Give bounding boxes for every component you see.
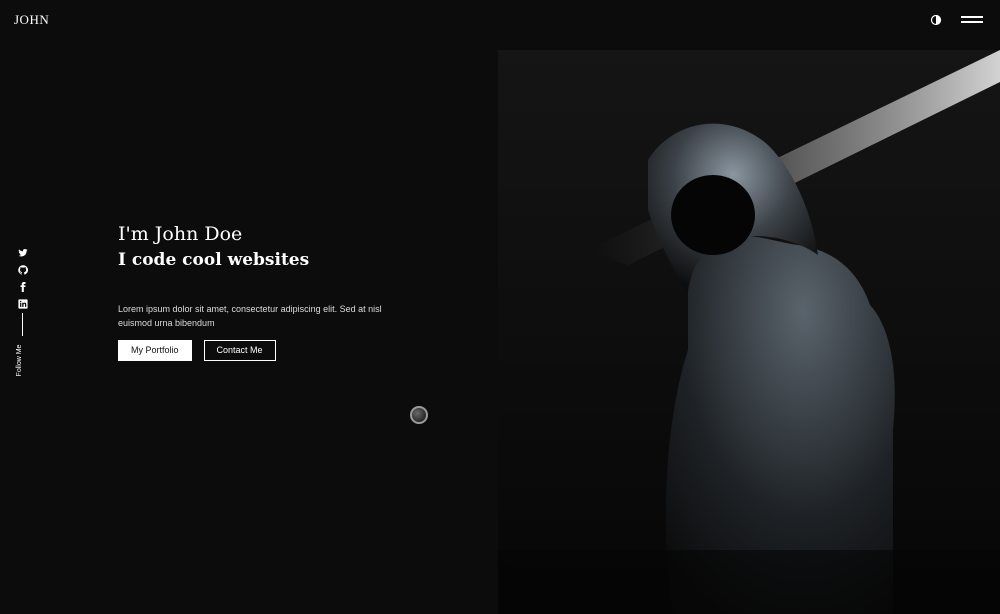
linkedin-link[interactable] <box>16 299 30 313</box>
hamburger-menu-icon-bar <box>961 21 983 23</box>
github-icon <box>18 265 28 275</box>
facebook-icon <box>20 282 26 292</box>
follow-me-label: Follow Me <box>16 344 23 377</box>
facebook-link[interactable] <box>16 282 30 296</box>
hooded-figure-illustration <box>498 50 1000 614</box>
page: JOHN Follow Me I'm John Doe I code cool … <box>0 0 1000 614</box>
twitter-link[interactable] <box>16 248 30 262</box>
hero-actions: My Portfolio Contact Me <box>118 340 418 361</box>
loading-spinner-icon <box>410 406 428 424</box>
half-circle-icon <box>930 14 942 26</box>
theme-toggle-button[interactable] <box>930 13 942 26</box>
brand-logo[interactable]: JOHN <box>14 12 49 28</box>
hero-greeting: I'm John Doe <box>118 223 243 245</box>
twitter-icon <box>18 249 28 257</box>
my-portfolio-button[interactable]: My Portfolio <box>118 340 192 361</box>
linkedin-icon <box>18 299 28 309</box>
hero-description: Lorem ipsum dolor sit amet, consectetur … <box>118 304 382 328</box>
menu-button[interactable] <box>961 13 983 25</box>
hero-content: I'm John Doe I code cool websites Lorem … <box>118 222 418 361</box>
hooded-figure-image <box>498 50 1000 614</box>
social-divider-line <box>22 313 23 336</box>
hamburger-menu-icon <box>961 16 983 18</box>
hero-tagline: I code cool websites <box>118 250 310 270</box>
github-link[interactable] <box>16 265 30 279</box>
social-links <box>16 246 30 316</box>
contact-me-button[interactable]: Contact Me <box>203 340 276 361</box>
